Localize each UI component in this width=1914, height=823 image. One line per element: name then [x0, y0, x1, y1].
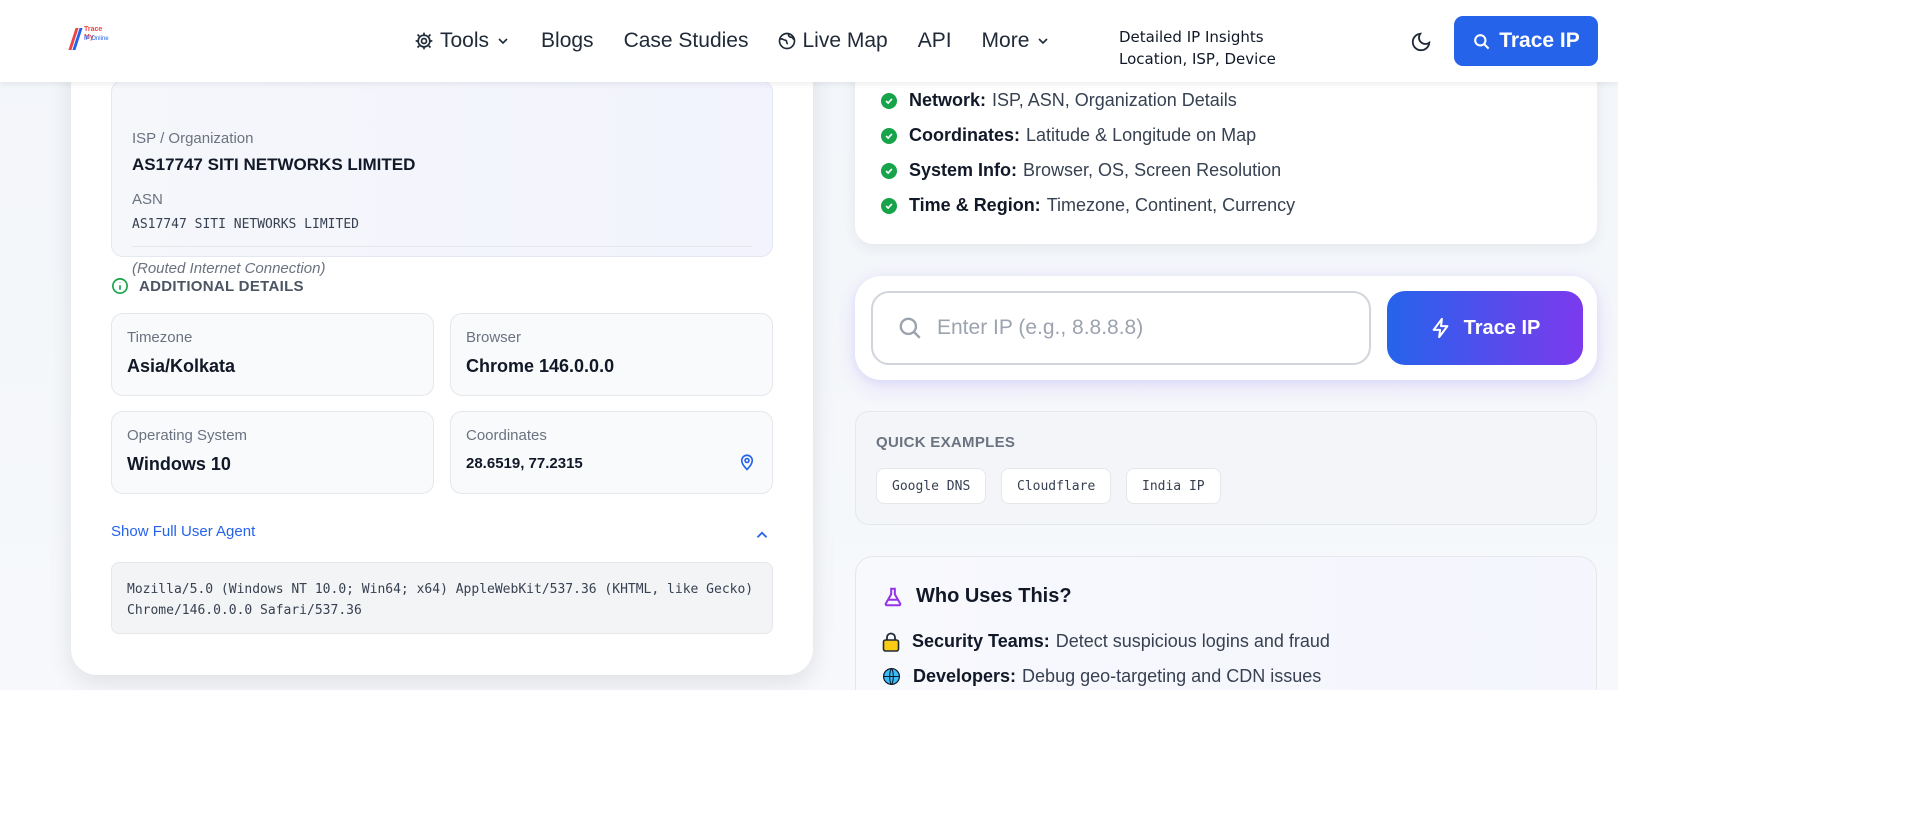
- feature-desc: Browser, OS, Screen Resolution: [1023, 160, 1282, 180]
- chevron-down-icon: [1038, 38, 1048, 45]
- additional-details-heading: ADDITIONAL DETAILS: [111, 277, 304, 295]
- who-uses-card: Who Uses This? Security Teams: Detect su…: [855, 556, 1597, 690]
- moon-icon: [1411, 32, 1431, 52]
- feature-desc: Timezone, Continent, Currency: [1046, 195, 1296, 215]
- nav-tools-label: Tools: [440, 29, 490, 52]
- ip-search-input[interactable]: Enter IP (e.g., 8.8.8.8): [871, 291, 1371, 365]
- trace-ip-button-label: Trace IP: [1463, 316, 1541, 339]
- nav-live-map-label: Live Map: [802, 29, 888, 52]
- timezone-value: Asia/Kolkata: [127, 356, 236, 376]
- tooltip-line-1: Detailed IP Insights: [1119, 28, 1264, 46]
- chip-google-dns[interactable]: Google DNS: [876, 468, 987, 504]
- os-tile: Operating System Windows 10: [111, 411, 434, 494]
- who-uses-heading: Who Uses This?: [882, 585, 1072, 608]
- who-uses-title: Who Uses This?: [916, 585, 1072, 607]
- header-trace-ip-label: Trace IP: [1499, 29, 1580, 52]
- isp-divider: [132, 246, 752, 247]
- check-circle-icon: [881, 127, 897, 144]
- show-user-agent-toggle[interactable]: Show Full User Agent: [111, 523, 255, 540]
- browser-label: Browser: [466, 329, 522, 346]
- trace-ip-button[interactable]: Trace IP: [1387, 291, 1583, 365]
- isp-label: ISP / Organization: [132, 130, 254, 147]
- ip-search-placeholder: Enter IP (e.g., 8.8.8.8): [937, 316, 1144, 339]
- feature-title: Coordinates:: [909, 125, 1021, 145]
- info-icon: [112, 278, 128, 294]
- who-item-title: Security Teams:: [912, 631, 1050, 651]
- isp-value: AS17747 SITI NETWORKS LIMITED: [132, 155, 416, 174]
- who-item-security: Security Teams: Detect suspicious logins…: [882, 631, 1330, 652]
- header-trace-ip-button[interactable]: Trace IP: [1454, 16, 1598, 66]
- ip-details-card: ISP / Organization AS17747 SITI NETWORKS…: [71, 40, 813, 675]
- logo-text-bottom: IP Online: [84, 36, 109, 42]
- chevron-down-icon: [498, 38, 508, 45]
- asn-label: ASN: [132, 191, 163, 208]
- coordinates-value: 28.6519, 77.2315: [466, 455, 583, 472]
- connection-type: (Routed Internet Connection): [132, 260, 326, 277]
- tooltip-line-2: Location, ISP, Device: [1119, 50, 1276, 68]
- check-circle-icon: [881, 162, 897, 179]
- nav-api[interactable]: API: [918, 29, 952, 53]
- browser-tile: Browser Chrome 146.0.0.0: [450, 313, 773, 396]
- who-item-developers: Developers: Debug geo-targeting and CDN …: [882, 666, 1321, 687]
- nav-blogs[interactable]: Blogs: [541, 29, 594, 53]
- site-logo[interactable]: Trace My IP Online: [68, 26, 110, 52]
- chip-cloudflare[interactable]: Cloudflare: [1001, 468, 1112, 504]
- top-nav-bar: Trace My IP Online Tools Blogs Case Stud…: [0, 0, 1618, 82]
- coordinates-tile: Coordinates 28.6519, 77.2315: [450, 411, 773, 494]
- dark-mode-toggle[interactable]: [1410, 31, 1432, 58]
- isp-panel: ISP / Organization AS17747 SITI NETWORKS…: [111, 80, 773, 277]
- feature-title: System Info:: [909, 160, 1018, 180]
- who-item-desc: Detect suspicious logins and fraud: [1055, 631, 1330, 651]
- additional-details-title: ADDITIONAL DETAILS: [139, 277, 304, 295]
- nav-tooltip: Detailed IP Insights Location, ISP, Devi…: [1119, 26, 1276, 70]
- feature-item-system-info: System Info: Browser, OS, Screen Resolut…: [881, 160, 1281, 181]
- feature-desc: ISP, ASN, Organization Details: [992, 90, 1237, 110]
- coordinates-label: Coordinates: [466, 427, 547, 444]
- main-nav: Tools Blogs Case Studies Live Map API Mo…: [414, 0, 1081, 82]
- timezone-tile: Timezone Asia/Kolkata: [111, 313, 434, 396]
- nav-more[interactable]: More: [982, 29, 1052, 53]
- feature-item-coordinates: Coordinates: Latitude & Longitude on Map: [881, 125, 1256, 146]
- check-circle-icon: [881, 92, 897, 109]
- feature-title: Time & Region:: [909, 195, 1041, 215]
- nav-live-map[interactable]: Live Map: [778, 29, 888, 53]
- globe-icon: [779, 32, 796, 50]
- asn-value: AS17747 SITI NETWORKS LIMITED: [132, 217, 359, 232]
- globe-icon: [882, 667, 901, 686]
- chip-india-ip[interactable]: India IP: [1126, 468, 1221, 504]
- nav-tools[interactable]: Tools: [414, 29, 511, 53]
- os-value: Windows 10: [127, 454, 231, 474]
- quick-examples-title: QUICK EXAMPLES: [876, 434, 1016, 451]
- who-item-desc: Debug geo-targeting and CDN issues: [1022, 666, 1322, 686]
- flask-icon: [884, 587, 902, 606]
- feature-item-network: Network: ISP, ASN, Organization Details: [881, 90, 1237, 111]
- search-icon: [1474, 33, 1490, 49]
- lock-icon: [882, 632, 900, 652]
- os-label: Operating System: [127, 427, 248, 444]
- who-item-title: Developers:: [913, 666, 1017, 686]
- quick-examples-card: QUICK EXAMPLES Google DNS Cloudflare Ind…: [855, 411, 1597, 525]
- feature-item-time-region: Time & Region: Timezone, Continent, Curr…: [881, 195, 1295, 216]
- feature-title: Network:: [909, 90, 987, 110]
- feature-desc: Latitude & Longitude on Map: [1026, 125, 1257, 145]
- search-icon: [899, 317, 921, 339]
- page-viewport: Trace My IP Online Tools Blogs Case Stud…: [0, 0, 1618, 690]
- nav-more-label: More: [981, 29, 1030, 52]
- gear-icon: [415, 32, 433, 50]
- lightning-icon: [1432, 317, 1449, 339]
- check-circle-icon: [881, 197, 897, 214]
- ip-search-panel: Enter IP (e.g., 8.8.8.8) Trace IP: [855, 276, 1597, 380]
- browser-value: Chrome 146.0.0.0: [466, 356, 615, 376]
- nav-case-studies[interactable]: Case Studies: [624, 29, 749, 53]
- timezone-label: Timezone: [127, 329, 193, 346]
- user-agent-text: Mozilla/5.0 (Windows NT 10.0; Win64; x64…: [111, 562, 773, 634]
- map-pin-icon[interactable]: [738, 452, 756, 472]
- chevron-up-icon[interactable]: [753, 526, 771, 544]
